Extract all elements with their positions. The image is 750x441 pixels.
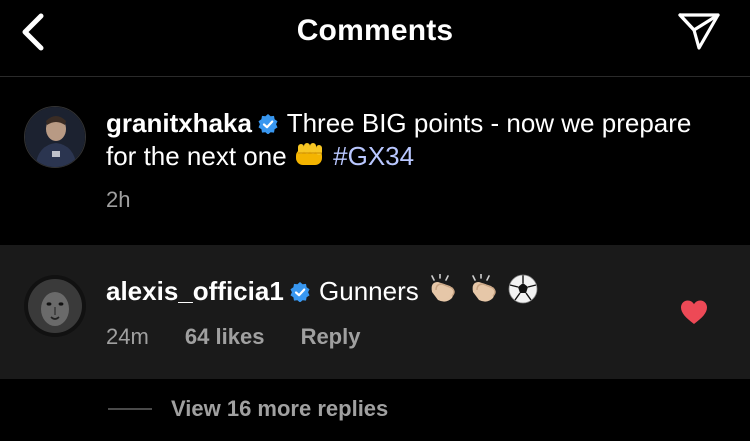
reply-button[interactable]: Reply bbox=[301, 324, 361, 349]
comment-meta: 24m 64 likes Reply bbox=[106, 324, 390, 350]
view-replies-row: View 16 more replies bbox=[0, 380, 750, 441]
comment-text-block: alexis_officia1 Gunners bbox=[106, 274, 666, 308]
verified-badge-icon bbox=[258, 114, 278, 134]
post-caption: granitxhaka Three BIG points - now we pr… bbox=[0, 77, 750, 244]
profile-photo-icon bbox=[25, 107, 85, 167]
caption-text-block: granitxhaka Three BIG points - now we pr… bbox=[106, 107, 706, 173]
clapping-hands-emoji-icon bbox=[472, 274, 496, 302]
comment-likes-link[interactable]: 64 likes bbox=[185, 324, 265, 349]
soccer-ball-emoji-icon bbox=[509, 274, 538, 304]
replies-divider bbox=[108, 408, 152, 410]
caption-username[interactable]: granitxhaka bbox=[106, 108, 252, 138]
avatar[interactable] bbox=[24, 106, 86, 168]
comment-username[interactable]: alexis_officia1 bbox=[106, 276, 284, 306]
comment-timestamp: 24m bbox=[106, 324, 149, 349]
verified-badge-icon bbox=[290, 282, 310, 302]
comments-header: Comments bbox=[0, 0, 750, 77]
clapping-hands-emoji-icon bbox=[431, 274, 455, 302]
view-replies-button[interactable]: View 16 more replies bbox=[171, 396, 388, 422]
heart-icon[interactable] bbox=[680, 299, 708, 325]
share-button[interactable] bbox=[676, 10, 722, 52]
caption-timestamp: 2h bbox=[106, 187, 131, 212]
fist-emoji-icon bbox=[295, 143, 322, 165]
lion-avatar-icon bbox=[24, 275, 86, 337]
paper-plane-icon bbox=[678, 13, 720, 50]
comment-body: Gunners bbox=[319, 276, 419, 306]
page-title: Comments bbox=[296, 14, 454, 47]
avatar[interactable] bbox=[24, 275, 86, 337]
comment-item: alexis_officia1 Gunners 24m 64 likes Rep… bbox=[0, 245, 750, 379]
caption-hashtag[interactable]: #GX34 bbox=[333, 141, 414, 171]
